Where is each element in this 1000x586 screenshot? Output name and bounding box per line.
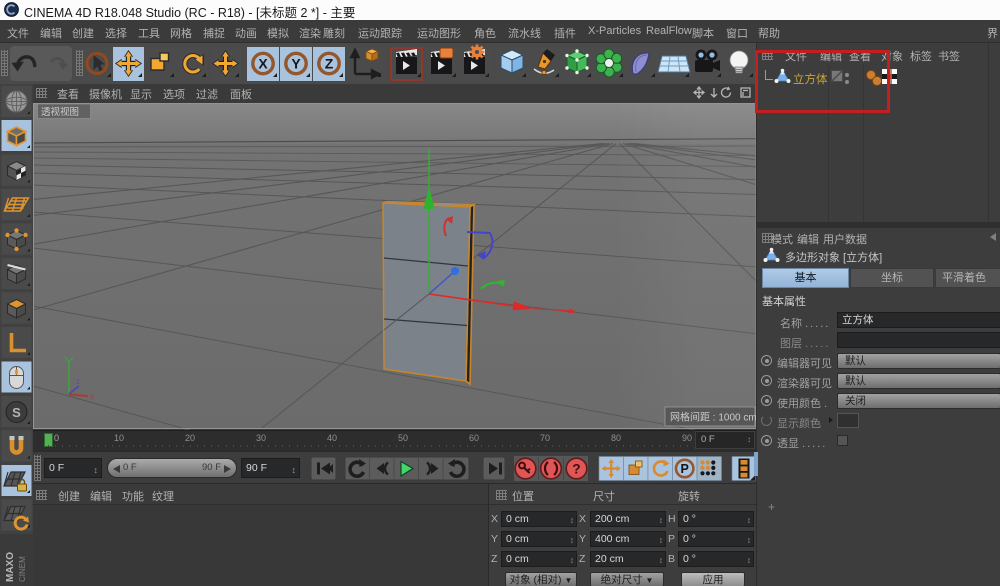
svg-text:透视视图: 透视视图 xyxy=(41,106,79,118)
svg-text:x: x xyxy=(90,392,94,401)
svg-text:z: z xyxy=(76,377,80,386)
svg-text:P: P xyxy=(681,462,689,476)
svg-text:Z: Z xyxy=(325,56,334,72)
svg-text:X: X xyxy=(258,56,268,72)
svg-text:?: ? xyxy=(572,462,580,477)
svg-text:CINEM: CINEM xyxy=(18,556,27,582)
svg-text:网格间距 : 1000 cm: 网格间距 : 1000 cm xyxy=(670,411,757,424)
svg-text:MAXO: MAXO xyxy=(5,552,16,582)
svg-text:Y: Y xyxy=(291,56,301,72)
svg-text:S: S xyxy=(12,405,21,420)
